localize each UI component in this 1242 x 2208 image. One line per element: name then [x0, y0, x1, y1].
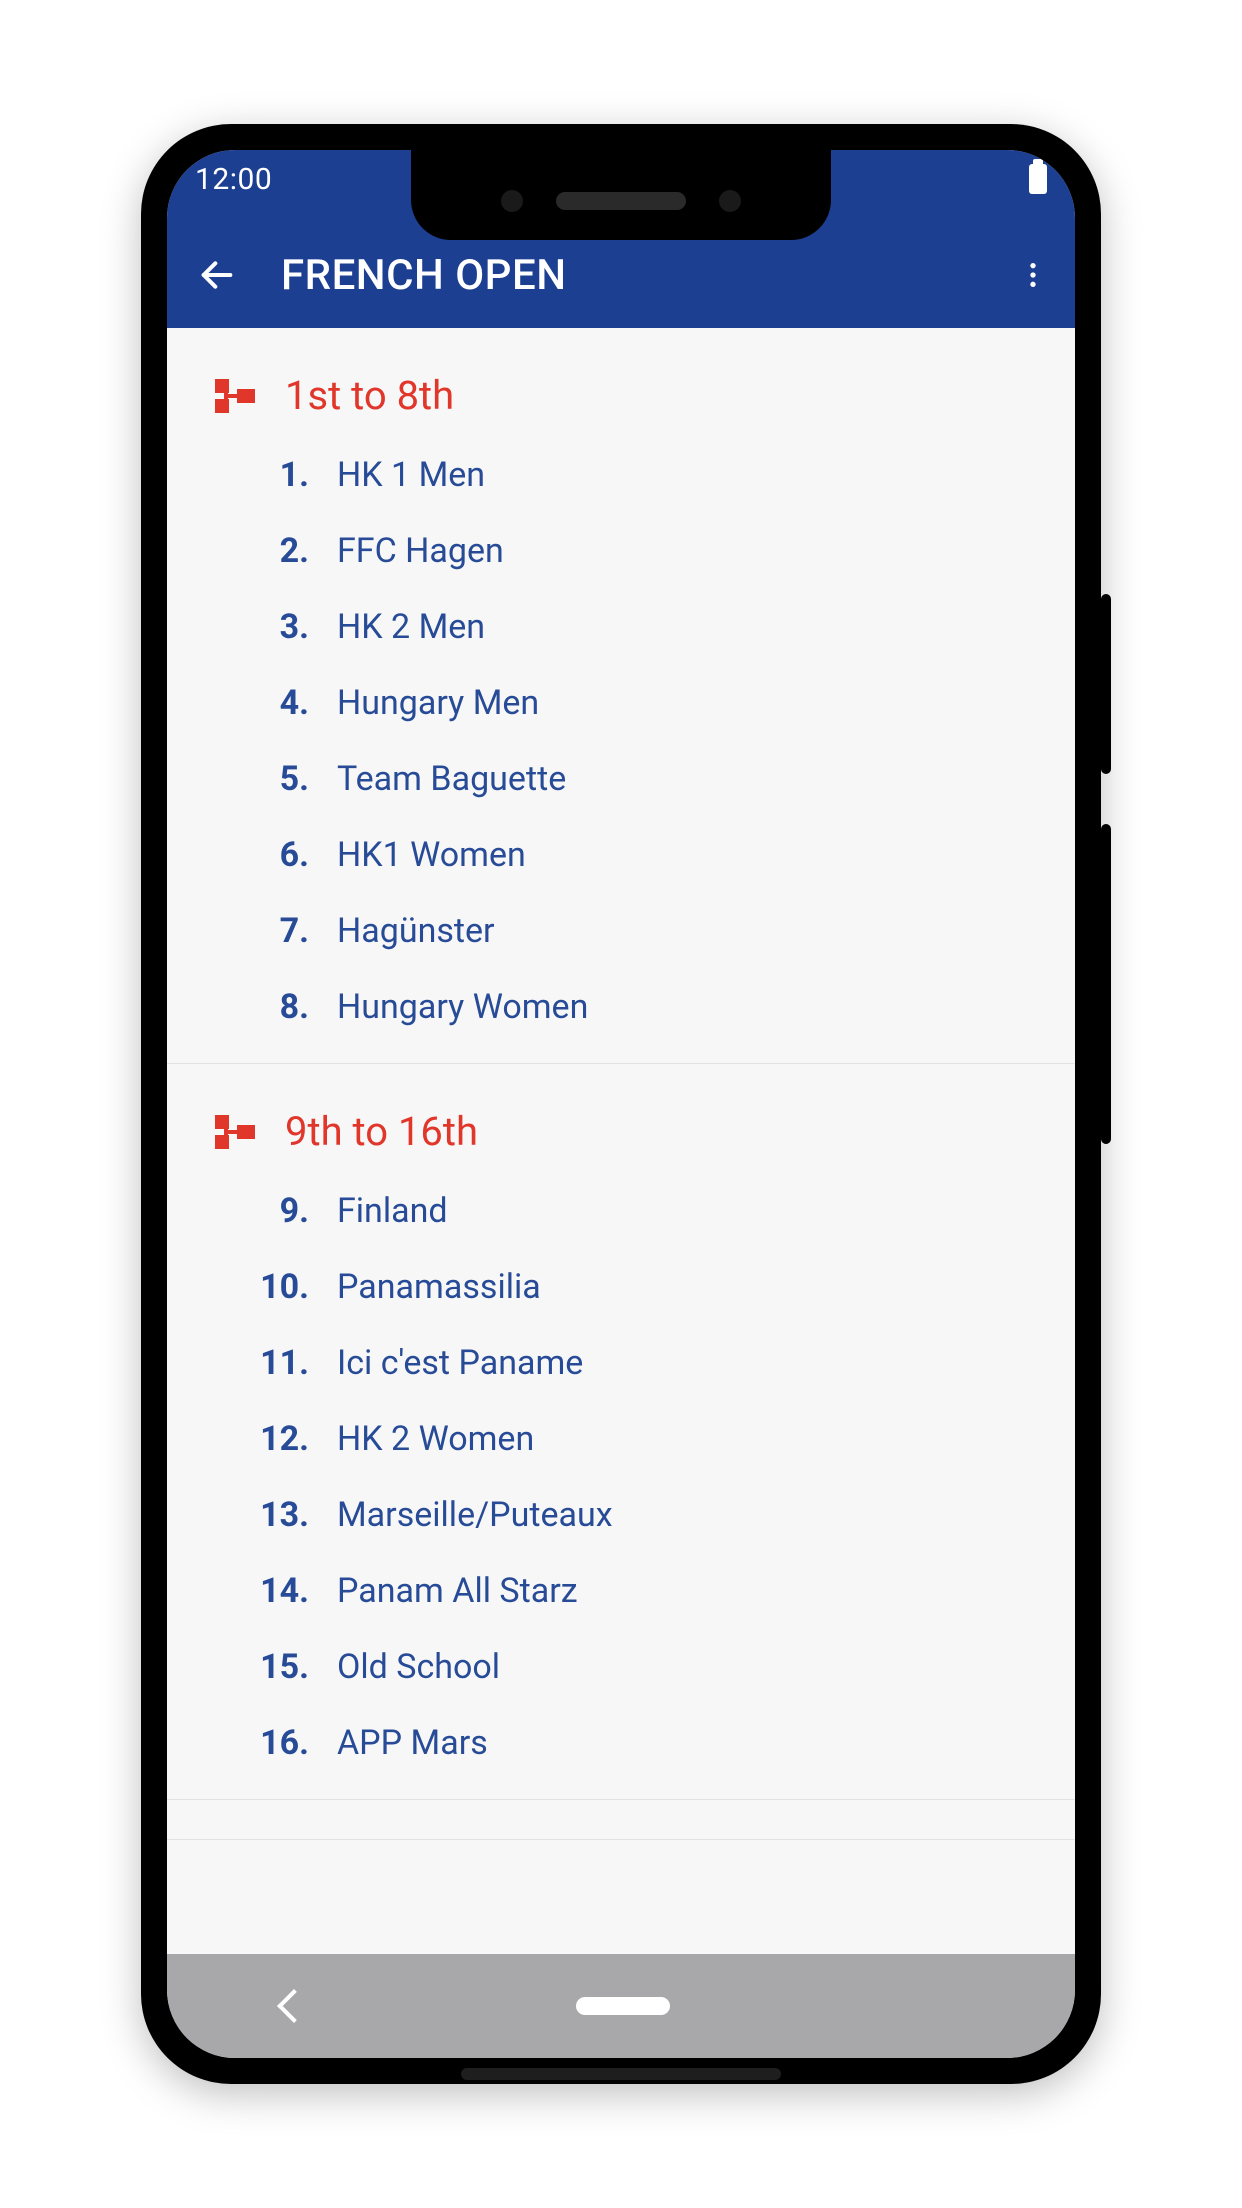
android-nav-bar: [167, 1954, 1075, 2058]
rank-number: 13.: [167, 1495, 337, 1535]
team-name: APP Mars: [337, 1723, 488, 1763]
team-name: Panamassilia: [337, 1267, 541, 1307]
ranking-row[interactable]: 3.HK 2 Men: [167, 589, 1075, 665]
ranking-row[interactable]: 13.Marseille/Puteaux: [167, 1477, 1075, 1553]
rank-number: 11.: [167, 1343, 337, 1383]
ranking-row[interactable]: 9.Finland: [167, 1173, 1075, 1249]
rank-number: 12.: [167, 1419, 337, 1459]
phone-side-button: [1101, 824, 1111, 1144]
rank-number: 1.: [167, 455, 337, 495]
back-button[interactable]: [189, 247, 245, 303]
ranking-row[interactable]: 5.Team Baguette: [167, 741, 1075, 817]
nav-home-button[interactable]: [576, 1997, 670, 2015]
section-header[interactable]: 9th to 16th: [167, 1064, 1075, 1173]
team-name: Finland: [337, 1191, 448, 1231]
team-name: HK 2 Women: [337, 1419, 534, 1459]
rank-number: 15.: [167, 1647, 337, 1687]
rank-number: 3.: [167, 607, 337, 647]
status-time: 12:00: [195, 162, 272, 197]
team-name: Hungary Men: [337, 683, 539, 723]
more-vert-icon: [1017, 259, 1049, 291]
ranking-row[interactable]: 8.Hungary Women: [167, 969, 1075, 1045]
ranking-row[interactable]: 15.Old School: [167, 1629, 1075, 1705]
ranking-row[interactable]: 7.Hagünster: [167, 893, 1075, 969]
rank-number: 6.: [167, 835, 337, 875]
rank-number: 16.: [167, 1723, 337, 1763]
rank-number: 9.: [167, 1191, 337, 1231]
rank-number: 10.: [167, 1267, 337, 1307]
ranking-section-peek: [167, 1800, 1075, 1840]
rank-number: 14.: [167, 1571, 337, 1611]
bracket-icon: [215, 1115, 255, 1149]
ranking-row[interactable]: 11.Ici c'est Paname: [167, 1325, 1075, 1401]
ranking-row[interactable]: 12.HK 2 Women: [167, 1401, 1075, 1477]
rank-number: 4.: [167, 683, 337, 723]
section-header[interactable]: 1st to 8th: [167, 328, 1075, 437]
ranking-row[interactable]: 14.Panam All Starz: [167, 1553, 1075, 1629]
ranking-row[interactable]: 1.HK 1 Men: [167, 437, 1075, 513]
team-name: FFC Hagen: [337, 531, 504, 571]
team-name: HK1 Women: [337, 835, 526, 875]
team-name: HK 2 Men: [337, 607, 485, 647]
overflow-menu-button[interactable]: [1005, 247, 1061, 303]
team-name: HK 1 Men: [337, 455, 485, 495]
ranking-row[interactable]: 10.Panamassilia: [167, 1249, 1075, 1325]
team-name: Hungary Women: [337, 987, 588, 1027]
page-title: FRENCH OPEN: [281, 251, 567, 300]
ranking-row[interactable]: 16.APP Mars: [167, 1705, 1075, 1781]
rank-number: 7.: [167, 911, 337, 951]
section-title: 9th to 16th: [285, 1108, 478, 1155]
rank-number: 2.: [167, 531, 337, 571]
ranking-section: 1st to 8th 1.HK 1 Men 2.FFC Hagen 3.HK 2…: [167, 328, 1075, 1064]
ranking-section: 9th to 16th 9.Finland 10.Panamassilia 11…: [167, 1064, 1075, 1800]
phone-chin: [461, 2068, 781, 2080]
section-header[interactable]: [167, 1800, 1075, 1840]
phone-side-button: [1101, 594, 1111, 774]
battery-icon: [1029, 164, 1047, 194]
nav-back-button[interactable]: [277, 1989, 311, 2023]
section-title: 1st to 8th: [285, 372, 454, 419]
ranking-row[interactable]: 4.Hungary Men: [167, 665, 1075, 741]
arrow-left-icon: [197, 255, 237, 295]
ranking-row[interactable]: 2.FFC Hagen: [167, 513, 1075, 589]
team-name: Old School: [337, 1647, 500, 1687]
content-scroll[interactable]: 1st to 8th 1.HK 1 Men 2.FFC Hagen 3.HK 2…: [167, 328, 1075, 1954]
rank-number: 8.: [167, 987, 337, 1027]
phone-notch: [411, 150, 831, 240]
phone-frame: 12:00 FRENCH OPEN: [141, 124, 1101, 2084]
team-name: Team Baguette: [337, 759, 566, 799]
team-name: Hagünster: [337, 911, 495, 951]
team-name: Panam All Starz: [337, 1571, 578, 1611]
bracket-icon: [215, 379, 255, 413]
rank-number: 5.: [167, 759, 337, 799]
team-name: Marseille/Puteaux: [337, 1495, 613, 1535]
ranking-row[interactable]: 6.HK1 Women: [167, 817, 1075, 893]
team-name: Ici c'est Paname: [337, 1343, 583, 1383]
